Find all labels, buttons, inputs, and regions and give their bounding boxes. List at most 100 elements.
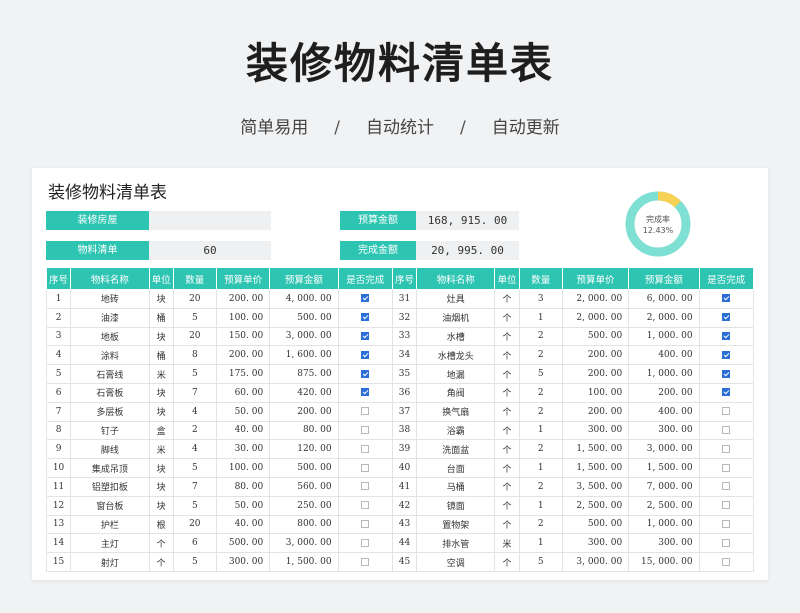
cell-price[interactable]: 100. 00	[215, 307, 271, 328]
cell-qty[interactable]: 20	[172, 326, 217, 347]
cell-price[interactable]: 200. 00	[561, 401, 630, 422]
cell-amount[interactable]: 1, 500. 00	[628, 458, 700, 478]
cell-price[interactable]: 40. 00	[215, 514, 271, 535]
cell-qty[interactable]: 2	[518, 326, 563, 347]
done-checkbox[interactable]	[361, 369, 370, 378]
cell-no[interactable]: 6	[45, 382, 72, 403]
cell-name[interactable]: 排水管	[416, 533, 496, 554]
cell-price[interactable]: 2, 000. 00	[561, 289, 630, 309]
cell-amount[interactable]: 1, 000. 00	[628, 326, 700, 347]
done-checkbox[interactable]	[722, 313, 731, 322]
cell-price[interactable]: 200. 00	[561, 364, 630, 384]
done-checkbox[interactable]	[361, 482, 370, 491]
cell-unit[interactable]: 块	[148, 326, 174, 347]
cell-no[interactable]: 44	[391, 533, 418, 554]
cell-price[interactable]: 1, 500. 00	[561, 439, 630, 460]
done-checkbox[interactable]	[361, 538, 370, 547]
done-checkbox[interactable]	[722, 501, 731, 510]
column-header[interactable]: 序号	[45, 267, 72, 290]
column-header[interactable]: 数量	[518, 267, 563, 290]
cell-price[interactable]: 80. 00	[215, 476, 271, 497]
done-checkbox[interactable]	[361, 313, 370, 322]
cell-no[interactable]: 41	[391, 476, 418, 497]
cell-no[interactable]: 3	[45, 326, 72, 347]
cell-unit[interactable]: 个	[494, 420, 520, 441]
cell-unit[interactable]: 个	[494, 476, 520, 497]
cell-name[interactable]: 护栏	[70, 514, 150, 535]
cell-unit[interactable]: 根	[148, 514, 174, 535]
cell-unit[interactable]: 个	[494, 514, 520, 535]
cell-no[interactable]: 32	[391, 307, 418, 328]
done-checkbox[interactable]	[722, 388, 731, 397]
cell-name[interactable]: 石膏线	[70, 364, 150, 384]
cell-name[interactable]: 地砖	[70, 289, 150, 309]
cell-amount[interactable]: 400. 00	[628, 401, 700, 422]
cell-price[interactable]: 2, 500. 00	[561, 495, 630, 516]
cell-no[interactable]: 1	[45, 289, 72, 309]
done-checkbox[interactable]	[361, 501, 370, 510]
cell-amount[interactable]: 1, 600. 00	[269, 345, 339, 366]
cell-qty[interactable]: 5	[518, 364, 563, 384]
cell-qty[interactable]: 20	[172, 514, 217, 535]
cell-name[interactable]: 地漏	[416, 364, 496, 384]
done-checkbox[interactable]	[361, 519, 370, 528]
done-checkbox[interactable]	[722, 294, 731, 303]
cell-amount[interactable]: 4, 000. 00	[269, 289, 339, 309]
cell-price[interactable]: 50. 00	[215, 401, 271, 422]
done-checkbox[interactable]	[722, 369, 731, 378]
cell-no[interactable]: 2	[45, 307, 72, 328]
cell-qty[interactable]: 7	[172, 476, 217, 497]
cell-unit[interactable]: 桶	[148, 345, 174, 366]
cell-price[interactable]: 500. 00	[561, 326, 630, 347]
cell-qty[interactable]: 2	[518, 439, 563, 460]
done-checkbox[interactable]	[722, 350, 731, 359]
cell-no[interactable]: 13	[45, 514, 72, 535]
cell-qty[interactable]: 2	[172, 420, 217, 441]
cell-unit[interactable]: 个	[494, 495, 520, 516]
done-checkbox[interactable]	[361, 463, 370, 472]
cell-price[interactable]: 3, 500. 00	[561, 476, 630, 497]
cell-qty[interactable]: 1	[518, 458, 563, 478]
budget-value[interactable]: 168, 915. 00	[416, 211, 519, 230]
cell-qty[interactable]: 1	[518, 533, 563, 554]
cell-no[interactable]: 35	[391, 364, 418, 384]
cell-qty[interactable]: 5	[172, 458, 217, 478]
cell-amount[interactable]: 15, 000. 00	[628, 552, 700, 572]
cell-qty[interactable]: 5	[172, 364, 217, 384]
cell-price[interactable]: 60. 00	[215, 382, 271, 403]
cell-amount[interactable]: 200. 00	[269, 401, 339, 422]
cell-name[interactable]: 油漆	[70, 307, 150, 328]
done-checkbox[interactable]	[722, 407, 731, 416]
cell-qty[interactable]: 5	[518, 552, 563, 572]
cell-no[interactable]: 12	[45, 495, 72, 516]
done-checkbox[interactable]	[722, 482, 731, 491]
cell-amount[interactable]: 560. 00	[269, 476, 339, 497]
cell-name[interactable]: 窗台板	[70, 495, 150, 516]
cell-name[interactable]: 集成吊顶	[70, 458, 150, 478]
cell-qty[interactable]: 20	[172, 289, 217, 309]
cell-name[interactable]: 主灯	[70, 533, 150, 554]
cell-no[interactable]: 7	[45, 401, 72, 422]
column-header[interactable]: 物料名称	[70, 267, 150, 290]
column-header[interactable]: 单位	[494, 267, 520, 290]
cell-price[interactable]: 500. 00	[561, 514, 630, 535]
cell-no[interactable]: 4	[45, 345, 72, 366]
cell-name[interactable]: 台面	[416, 458, 496, 478]
cell-amount[interactable]: 420. 00	[269, 382, 339, 403]
cell-no[interactable]: 9	[45, 439, 72, 460]
cell-name[interactable]: 洗面盆	[416, 439, 496, 460]
cell-no[interactable]: 37	[391, 401, 418, 422]
cell-amount[interactable]: 2, 000. 00	[628, 307, 700, 328]
column-header[interactable]: 单位	[148, 267, 174, 290]
cell-amount[interactable]: 3, 000. 00	[269, 326, 339, 347]
cell-no[interactable]: 36	[391, 382, 418, 403]
cell-no[interactable]: 34	[391, 345, 418, 366]
cell-unit[interactable]: 桶	[148, 307, 174, 328]
cell-no[interactable]: 8	[45, 420, 72, 441]
cell-amount[interactable]: 2, 500. 00	[628, 495, 700, 516]
cell-qty[interactable]: 8	[172, 345, 217, 366]
cell-no[interactable]: 33	[391, 326, 418, 347]
cell-name[interactable]: 射灯	[70, 552, 150, 572]
house-value[interactable]	[149, 211, 271, 230]
cell-price[interactable]: 300. 00	[561, 420, 630, 441]
